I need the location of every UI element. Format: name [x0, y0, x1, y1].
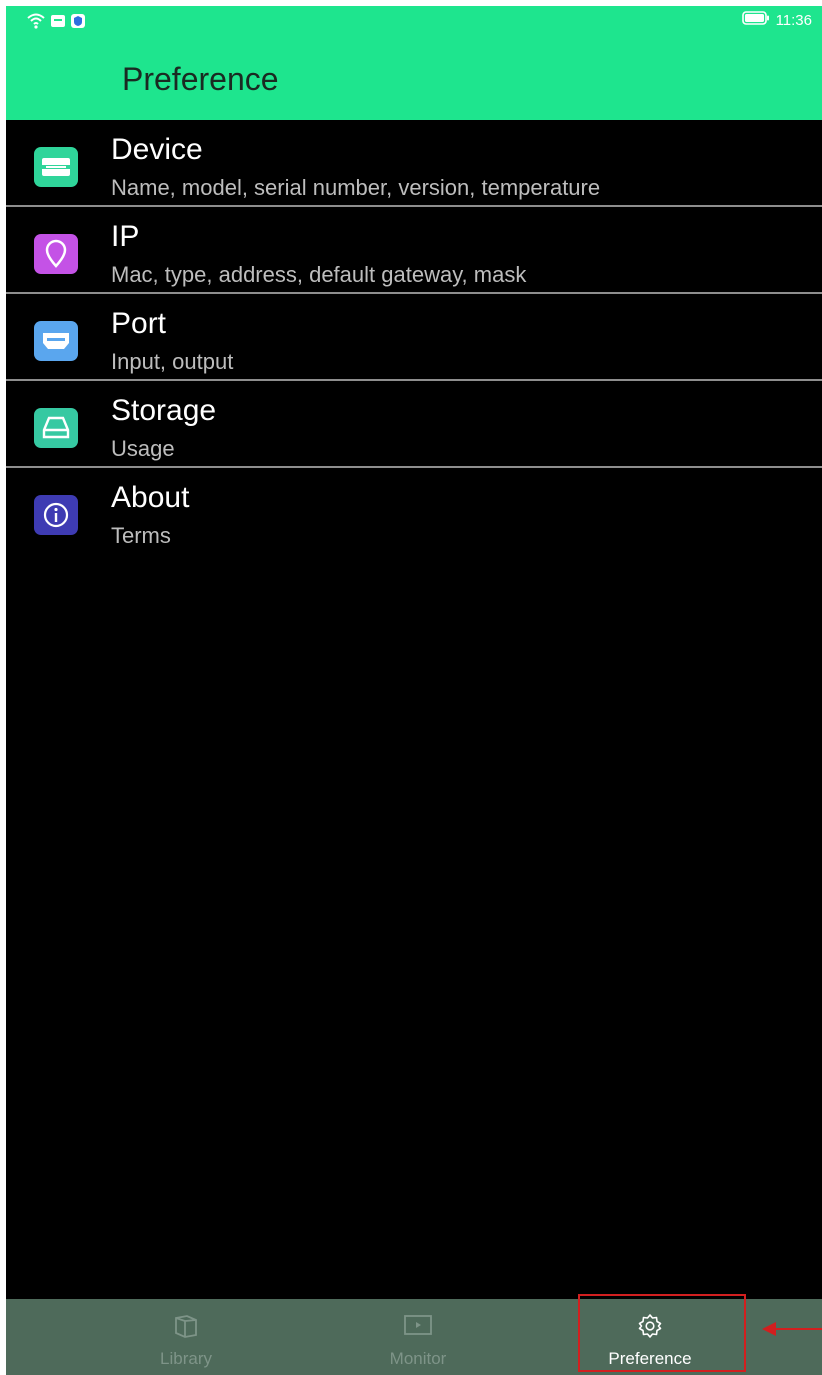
preference-list: Device Name, model, serial number, versi… [6, 120, 822, 553]
list-item-subtitle: Terms [111, 523, 171, 548]
status-bar: 11:36 [6, 6, 822, 37]
list-item-ip[interactable]: IP Mac, type, address, default gateway, … [6, 207, 822, 294]
list-item-subtitle: Input, output [111, 349, 234, 374]
list-item-title: IP [111, 220, 140, 253]
port-icon [34, 321, 78, 361]
device-icon [34, 147, 78, 187]
monitor-icon [403, 1313, 433, 1342]
tab-label: Monitor [389, 1349, 447, 1368]
tab-monitor[interactable]: Monitor [333, 1299, 503, 1375]
list-item-title: Device [111, 133, 203, 166]
page-title: Preference [122, 61, 279, 97]
clock: 11:36 [775, 11, 812, 29]
tab-library[interactable]: Library [101, 1299, 271, 1375]
sim-icon [50, 13, 66, 34]
app-bar: Preference [6, 37, 822, 120]
list-item-title: Port [111, 307, 167, 340]
list-item-device[interactable]: Device Name, model, serial number, versi… [6, 120, 822, 207]
list-item-subtitle: Mac, type, address, default gateway, mas… [111, 262, 527, 287]
highlight-box [578, 1294, 746, 1372]
tab-label: Library [160, 1349, 212, 1368]
status-icons-right: 11:36 [741, 11, 812, 29]
list-item-subtitle: Name, model, serial number, version, tem… [111, 175, 601, 200]
library-icon [171, 1313, 201, 1344]
storage-icon [34, 408, 78, 448]
list-item-title: About [111, 481, 190, 514]
info-icon [34, 495, 78, 535]
shield-icon [70, 13, 86, 34]
status-icons-left [26, 12, 86, 35]
arrow-left-icon [762, 1322, 822, 1336]
list-item-storage[interactable]: Storage Usage [6, 381, 822, 468]
app-screen: 11:36 Preference Device Name, model, ser… [6, 6, 822, 1375]
location-pin-icon [34, 234, 78, 274]
list-item-subtitle: Usage [111, 436, 175, 461]
wifi-icon [26, 12, 46, 35]
battery-icon [741, 11, 770, 29]
list-item-port[interactable]: Port Input, output [6, 294, 822, 381]
list-item-title: Storage [111, 394, 217, 427]
list-item-about[interactable]: About Terms [6, 468, 822, 553]
